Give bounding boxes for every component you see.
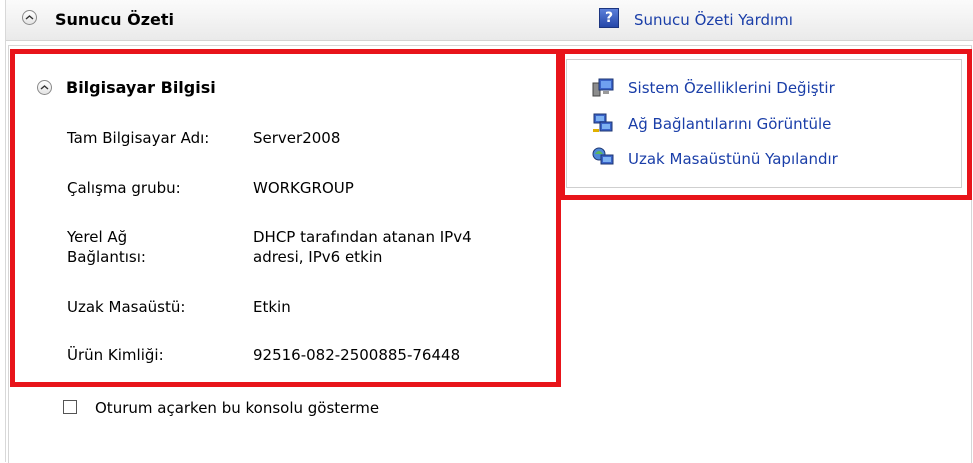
computer-info-title: Bilgisayar Bilgisi bbox=[66, 78, 216, 97]
section-title: Sunucu Özeti bbox=[55, 10, 175, 29]
computer-name-label: Tam Bilgisayar Adı: bbox=[67, 129, 210, 147]
collapse-chevron-icon[interactable] bbox=[37, 80, 52, 95]
computer-name-value: Server2008 bbox=[253, 129, 341, 147]
product-id-label: Ürün Kimliği: bbox=[67, 346, 164, 364]
hide-console-label[interactable]: Oturum açarken bu konsolu gösterme bbox=[95, 399, 379, 417]
system-properties-icon[interactable] bbox=[592, 77, 614, 99]
help-link[interactable]: Sunucu Özeti Yardımı bbox=[634, 11, 793, 29]
task-remote-desktop[interactable]: Uzak Masaüstünü Yapılandır bbox=[628, 150, 838, 168]
task-system-properties[interactable]: Sistem Özelliklerini Değiştir bbox=[628, 79, 835, 97]
remote-desktop-icon[interactable] bbox=[592, 146, 614, 168]
workgroup-label: Çalışma grubu: bbox=[67, 179, 181, 197]
network-connections-icon[interactable] bbox=[592, 112, 614, 134]
remote-desktop-value: Etkin bbox=[253, 298, 291, 316]
product-id-value: 92516-082-2500885-76448 bbox=[253, 346, 461, 364]
section-header: Sunucu Özeti ? Sunucu Özeti Yardımı bbox=[6, 0, 973, 41]
help-icon[interactable]: ? bbox=[599, 8, 619, 28]
collapse-chevron-icon[interactable] bbox=[22, 10, 37, 25]
highlight-computer-info bbox=[10, 49, 561, 387]
window-left-border bbox=[0, 0, 6, 462]
lan-label: Yerel Ağ Bağlantısı: bbox=[67, 228, 146, 266]
workgroup-value: WORKGROUP bbox=[253, 179, 354, 197]
hide-console-checkbox[interactable] bbox=[63, 400, 77, 414]
remote-desktop-label: Uzak Masaüstü: bbox=[67, 298, 186, 316]
lan-value: DHCP tarafından atanan IPv4 adresi, IPv6… bbox=[253, 228, 472, 266]
task-network-connections[interactable]: Ağ Bağlantılarını Görüntüle bbox=[628, 115, 831, 133]
